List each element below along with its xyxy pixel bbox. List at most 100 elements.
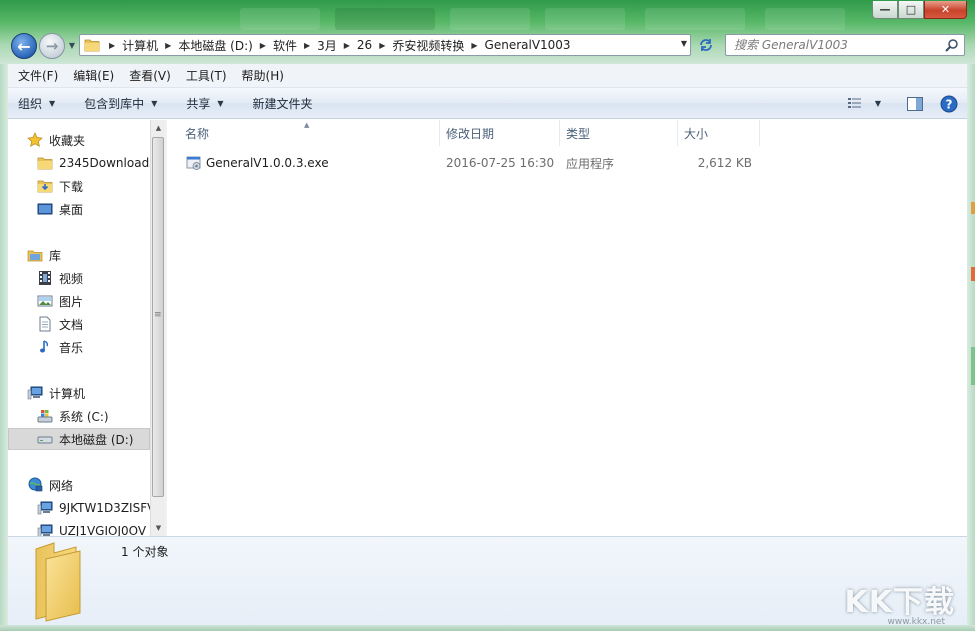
scroll-down-arrow-icon[interactable]: ▼: [151, 520, 166, 536]
preview-pane-button[interactable]: [901, 93, 929, 115]
nav-item-music[interactable]: 音乐: [8, 336, 150, 358]
nav-item-pictures[interactable]: 图片: [8, 290, 150, 312]
drive-icon: [37, 431, 53, 447]
chevron-down-icon: ▼: [217, 99, 223, 108]
close-button[interactable]: ✕: [924, 1, 967, 19]
menu-tools[interactable]: 工具(T): [176, 67, 232, 84]
pictures-icon: [37, 293, 53, 309]
nav-item-network-computer[interactable]: UZJ1VGIOJ0OV: [8, 520, 150, 536]
computer-icon: [27, 385, 43, 401]
sort-ascending-icon: ▲: [304, 121, 309, 129]
caption-buttons: — □ ✕: [872, 1, 967, 19]
menu-help[interactable]: 帮助(H): [232, 67, 289, 84]
change-view-button[interactable]: [841, 93, 869, 115]
nav-item-label: UZJ1VGIOJ0OV: [59, 524, 146, 536]
column-header-name[interactable]: 名称: [179, 120, 440, 146]
nav-network[interactable]: 网络: [8, 474, 150, 496]
background-blur-tab: [765, 8, 845, 30]
nav-favorites-label: 收藏夹: [49, 132, 85, 149]
window-left-border: [0, 64, 8, 631]
column-header-date[interactable]: 修改日期: [440, 120, 560, 146]
chevron-down-icon: ▼: [49, 99, 55, 108]
breadcrumb-separator-icon[interactable]: ▶: [102, 41, 122, 50]
breadcrumb-label: 软件: [273, 37, 297, 54]
include-in-library-button[interactable]: 包含到库中▼: [64, 88, 166, 119]
search-box[interactable]: [725, 34, 965, 56]
menu-bar: 文件(F) 编辑(E) 查看(V) 工具(T) 帮助(H): [8, 64, 967, 88]
background-blur-tab: [335, 8, 435, 30]
menu-file[interactable]: 文件(F): [8, 67, 63, 84]
nav-item-2345downloads[interactable]: 2345Downloads: [8, 152, 150, 174]
music-icon: [37, 339, 53, 355]
column-header-label: 大小: [684, 125, 708, 142]
breadcrumb-item[interactable]: ▶计算机: [102, 35, 158, 55]
file-name-cell[interactable]: GeneralV1.0.0.3.exe: [186, 151, 329, 175]
maximize-button[interactable]: □: [898, 1, 924, 19]
search-icon[interactable]: [945, 38, 959, 55]
breadcrumb-separator-icon[interactable]: ▶: [337, 41, 357, 50]
breadcrumb-separator-icon[interactable]: ▶: [158, 41, 178, 50]
nav-item-network-computer[interactable]: 9JKTW1D3ZISFV: [8, 497, 150, 519]
breadcrumb-item[interactable]: ▶3月: [297, 35, 337, 55]
organize-button[interactable]: 组织▼: [8, 88, 64, 119]
nav-item-downloads[interactable]: 下载: [8, 175, 150, 197]
share-button[interactable]: 共享 ▼: [166, 88, 232, 119]
nav-computer[interactable]: 计算机: [8, 382, 150, 404]
nav-libraries[interactable]: 库: [8, 244, 150, 266]
background-blur-tab: [545, 8, 625, 30]
breadcrumb-item[interactable]: ▶GeneralV1003: [464, 35, 570, 55]
breadcrumb-separator-icon[interactable]: ▶: [372, 41, 392, 50]
navigation-pane-scrollbar[interactable]: ▲ ≡ ▼: [150, 120, 165, 536]
column-header-type[interactable]: 类型: [560, 120, 678, 146]
back-button[interactable]: ←: [11, 33, 37, 59]
breadcrumb-separator-icon[interactable]: ▶: [253, 41, 273, 50]
menu-view[interactable]: 查看(V): [119, 67, 176, 84]
preview-pane-icon: [907, 97, 923, 111]
menu-edit[interactable]: 编辑(E): [63, 67, 119, 84]
nav-item-label: 文档: [59, 316, 83, 333]
breadcrumb-item[interactable]: ▶26: [337, 35, 372, 55]
nav-item-label: 9JKTW1D3ZISFV: [59, 501, 150, 515]
nav-favorites[interactable]: 收藏夹: [8, 129, 150, 151]
nav-item-documents[interactable]: 文档: [8, 313, 150, 335]
file-size-cell: 2,612 KB: [679, 151, 752, 175]
nav-item-system-c[interactable]: 系统 (C:): [8, 405, 150, 427]
minimize-button[interactable]: —: [872, 1, 898, 19]
view-options-dropdown-icon[interactable]: ▼: [869, 93, 887, 115]
breadcrumb-item[interactable]: ▶本地磁盘 (D:): [158, 35, 253, 55]
nav-item-label: 系统 (C:): [59, 408, 109, 425]
view-controls: ▼ ?: [841, 88, 967, 119]
help-icon: ?: [940, 95, 958, 113]
forward-button[interactable]: →: [39, 33, 65, 59]
nav-item-videos[interactable]: 视频: [8, 267, 150, 289]
windows-drive-icon: [37, 408, 53, 424]
breadcrumb-label: 3月: [317, 37, 337, 54]
file-list: 名称 ▲ 修改日期 类型 大小 GeneralV1.0.0.3.exe 2016…: [167, 120, 967, 536]
breadcrumb-separator-icon[interactable]: ▶: [297, 41, 317, 50]
breadcrumb-label: 本地磁盘 (D:): [178, 37, 252, 54]
video-icon: [37, 270, 53, 286]
documents-icon: [37, 316, 53, 332]
include-in-library-label: 包含到库中: [84, 95, 144, 112]
share-label: 共享: [186, 95, 210, 112]
nav-item-label: 视频: [59, 270, 83, 287]
column-header-size[interactable]: 大小: [678, 120, 760, 146]
network-computer-icon: [37, 500, 53, 516]
address-bar[interactable]: ▶计算机 ▶本地磁盘 (D:) ▶软件 ▶3月 ▶26 ▶乔安视频转换 ▶Gen…: [79, 34, 691, 56]
recent-pages-dropdown-icon[interactable]: ▼: [66, 40, 78, 52]
breadcrumb-item[interactable]: ▶乔安视频转换: [372, 35, 464, 55]
nav-item-local-disk-d[interactable]: 本地磁盘 (D:): [8, 428, 150, 450]
nav-computer-label: 计算机: [49, 385, 85, 402]
background-blur-tab: [450, 8, 530, 30]
address-history-dropdown-icon[interactable]: ▼: [681, 39, 687, 48]
nav-item-desktop[interactable]: 桌面: [8, 198, 150, 220]
folder-icon: [82, 35, 102, 55]
file-row[interactable]: GeneralV1.0.0.3.exe 2016-07-25 16:30 应用程…: [179, 151, 769, 175]
new-folder-button[interactable]: 新建文件夹: [233, 88, 322, 119]
breadcrumb-separator-icon[interactable]: ▶: [464, 41, 484, 50]
scroll-up-arrow-icon[interactable]: ▲: [151, 120, 166, 136]
search-input[interactable]: [734, 36, 946, 54]
refresh-button[interactable]: [694, 34, 718, 56]
breadcrumb-item[interactable]: ▶软件: [253, 35, 297, 55]
help-button[interactable]: ?: [935, 93, 963, 115]
